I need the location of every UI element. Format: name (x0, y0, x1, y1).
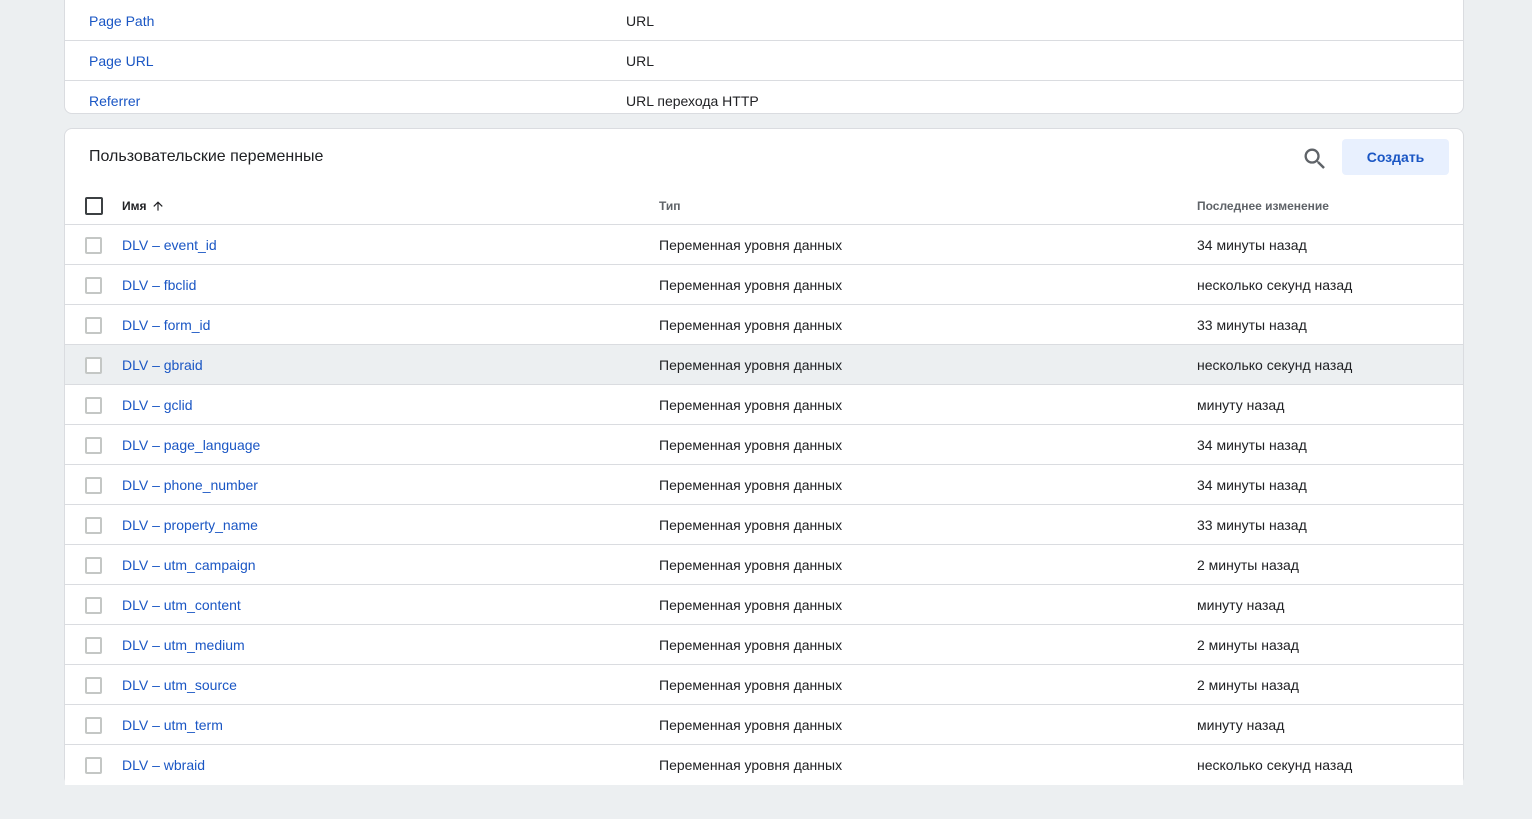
row-checkbox[interactable] (85, 357, 102, 374)
select-all-checkbox[interactable] (85, 197, 103, 215)
variable-name-link[interactable]: DLV – utm_medium (122, 637, 245, 653)
table-row[interactable]: DLV – utm_medium Переменная уровня данных… (65, 625, 1463, 665)
variable-type: Переменная уровня данных (659, 557, 843, 573)
variable-last-modified: несколько секунд назад (1197, 757, 1353, 773)
variable-type: Переменная уровня данных (659, 517, 843, 533)
variable-type: Переменная уровня данных (659, 437, 843, 453)
row-checkbox[interactable] (85, 317, 102, 334)
table-row[interactable]: DLV – event_id Переменная уровня данных 34… (65, 225, 1463, 265)
builtin-variable-name-link[interactable]: Page Path (89, 13, 154, 29)
variable-name-link[interactable]: DLV – utm_term (122, 717, 223, 733)
variable-last-modified: 33 минуты назад (1197, 517, 1307, 533)
variable-name-link[interactable]: DLV – utm_source (122, 677, 237, 693)
variable-last-modified: 2 минуты назад (1197, 637, 1299, 653)
row-checkbox[interactable] (85, 437, 102, 454)
variable-name-link[interactable]: DLV – wbraid (122, 757, 205, 773)
table-row[interactable]: DLV – fbclid Переменная уровня данных неск… (65, 265, 1463, 305)
search-button[interactable] (1301, 145, 1329, 173)
row-checkbox[interactable] (85, 757, 102, 774)
column-header-type[interactable]: Тип (659, 199, 681, 213)
builtin-variable-type: URL перехода HTTP (626, 93, 759, 109)
variable-name-link[interactable]: DLV – page_language (122, 437, 260, 453)
row-checkbox[interactable] (85, 517, 102, 534)
variable-name-link[interactable]: DLV – utm_campaign (122, 557, 256, 573)
variable-type: Переменная уровня данных (659, 277, 843, 293)
table-row[interactable]: DLV – gclid Переменная уровня данных минут… (65, 385, 1463, 425)
variable-type: Переменная уровня данных (659, 237, 843, 253)
variable-last-modified: несколько секунд назад (1197, 277, 1353, 293)
variable-name-link[interactable]: DLV – gbraid (122, 357, 203, 373)
search-icon (1304, 148, 1325, 169)
row-checkbox[interactable] (85, 597, 102, 614)
variable-name-link[interactable]: DLV – form_id (122, 317, 210, 333)
arrow-up-icon (152, 201, 163, 211)
user-variables-title: Пользовательские переменные (89, 148, 324, 165)
table-row[interactable]: DLV – page_language Переменная уровня дан… (65, 425, 1463, 465)
row-checkbox[interactable] (85, 397, 102, 414)
table-row[interactable]: DLV – utm_campaign Переменная уровня данн… (65, 545, 1463, 585)
variable-type: Переменная уровня данных (659, 397, 843, 413)
variable-name-link[interactable]: DLV – utm_content (122, 597, 241, 613)
variable-type: Переменная уровня данных (659, 637, 843, 653)
table-row[interactable]: DLV – utm_content Переменная уровня данны… (65, 585, 1463, 625)
column-header-name[interactable]: Имя (122, 199, 165, 213)
builtin-variable-type: URL (626, 53, 655, 69)
create-button[interactable]: Создать (1342, 139, 1449, 175)
variable-last-modified: 34 минуты назад (1197, 477, 1307, 493)
variable-last-modified: 33 минуты назад (1197, 317, 1307, 333)
variable-type: Переменная уровня данных (659, 317, 843, 333)
table-row[interactable]: DLV – wbraid Переменная уровня данных неск… (65, 745, 1463, 785)
variable-name-link[interactable]: DLV – property_name (122, 517, 258, 533)
table-row[interactable]: DLV – phone_number Переменная уровня данн… (65, 465, 1463, 505)
row-checkbox[interactable] (85, 677, 102, 694)
builtin-variable-name-link[interactable]: Page URL (89, 53, 154, 69)
variable-last-modified: минуту назад (1197, 397, 1285, 413)
variable-last-modified: минуту назад (1197, 717, 1285, 733)
row-checkbox[interactable] (85, 237, 102, 254)
variable-last-modified: 34 минуты назад (1197, 237, 1307, 253)
variable-type: Переменная уровня данных (659, 477, 843, 493)
row-checkbox[interactable] (85, 717, 102, 734)
column-header-name-label: Имя (122, 199, 147, 213)
variable-type: Переменная уровня данных (659, 677, 843, 693)
variable-type: Переменная уровня данных (659, 757, 843, 773)
builtin-variable-name-link[interactable]: Referrer (89, 93, 140, 109)
builtin-variable-row[interactable]: Referrer URL перехода HTTP (65, 81, 1463, 121)
builtin-variable-row[interactable]: Page Path URL (65, 1, 1463, 41)
variable-last-modified: 34 минуты назад (1197, 437, 1307, 453)
table-row[interactable]: DLV – gbraid Переменная уровня данных неск… (65, 345, 1463, 385)
table-header: Имя Тип Последнее изменение (65, 185, 1463, 225)
variable-name-link[interactable]: DLV – gclid (122, 397, 193, 413)
variable-last-modified: 2 минуты назад (1197, 557, 1299, 573)
column-header-modified[interactable]: Последнее изменение (1197, 199, 1329, 213)
builtin-variables-card: Page Path URL Page URL URL Referrer URL … (64, 0, 1464, 114)
variable-name-link[interactable]: DLV – event_id (122, 237, 217, 253)
builtin-variable-type: URL (626, 13, 655, 29)
variable-last-modified: минуту назад (1197, 597, 1285, 613)
variable-name-link[interactable]: DLV – phone_number (122, 477, 258, 493)
table-row[interactable]: DLV – property_name Переменная уровня дан… (65, 505, 1463, 545)
variable-type: Переменная уровня данных (659, 717, 843, 733)
table-row[interactable]: DLV – utm_term Переменная уровня данных ми… (65, 705, 1463, 745)
variable-last-modified: 2 минуты назад (1197, 677, 1299, 693)
row-checkbox[interactable] (85, 277, 102, 294)
row-checkbox[interactable] (85, 557, 102, 574)
variable-type: Переменная уровня данных (659, 357, 843, 373)
variable-name-link[interactable]: DLV – fbclid (122, 277, 196, 293)
table-row[interactable]: DLV – utm_source Переменная уровня данных… (65, 665, 1463, 705)
row-checkbox[interactable] (85, 637, 102, 654)
variable-last-modified: несколько секунд назад (1197, 357, 1353, 373)
row-checkbox[interactable] (85, 477, 102, 494)
table-row[interactable]: DLV – form_id Переменная уровня данных 33 … (65, 305, 1463, 345)
user-variables-card: Пользовательские переменные Создать Имя … (64, 128, 1464, 785)
builtin-variable-row[interactable]: Page URL URL (65, 41, 1463, 81)
variable-type: Переменная уровня данных (659, 597, 843, 613)
